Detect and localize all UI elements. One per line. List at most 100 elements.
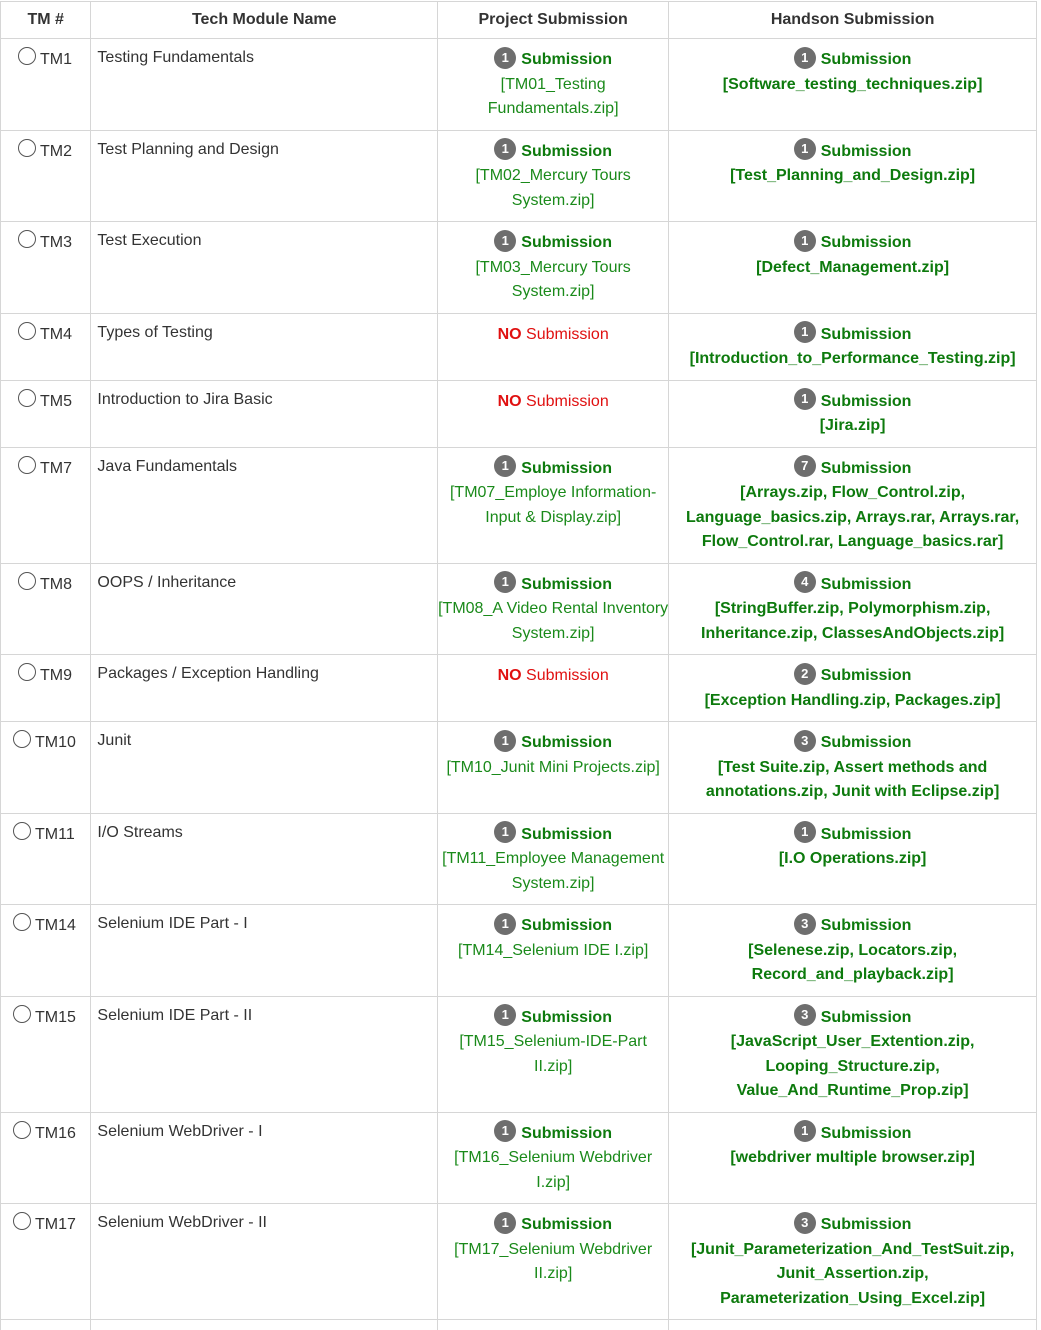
table-row: TM7Java Fundamentals1Submission[TM07_Emp… — [1, 447, 1037, 563]
submission-label: Submission — [821, 734, 912, 751]
tm-radio-button[interactable] — [18, 47, 36, 65]
tm-radio-button[interactable] — [13, 822, 31, 840]
handson-submission-cell: 2Submission[Exception Handling.zip, Pack… — [669, 655, 1037, 722]
table-row: TM9Packages / Exception HandlingNO Submi… — [1, 655, 1037, 722]
module-name: Junit — [91, 722, 438, 814]
handson-file-link[interactable]: [Selenese.zip, Locators.zip, Record_and_… — [748, 942, 957, 984]
tm-cell: TM14 — [1, 905, 91, 997]
submission-count-badge: 1 — [494, 1120, 516, 1142]
submission-count-badge: 3 — [794, 913, 816, 935]
submission-count-badge: 1 — [494, 230, 516, 252]
project-file-link[interactable]: [TM17_Selenium Webdriver II.zip] — [454, 1241, 652, 1283]
project-file-link[interactable]: [TM11_Employee Management System.zip] — [442, 850, 664, 892]
no-label: NO — [498, 326, 522, 343]
handson-file-link[interactable]: [Defect_Management.zip] — [756, 259, 949, 276]
submission-label: Submission — [821, 326, 912, 343]
handson-submission-cell: 3Submission[Test Suite.zip, Assert metho… — [669, 722, 1037, 814]
submission-label: Submission — [521, 576, 612, 593]
table-row: TM8OOPS / Inheritance1Submission[TM08_A … — [1, 563, 1037, 655]
tm-radio-button[interactable] — [18, 139, 36, 157]
header-tm: TM # — [1, 2, 91, 39]
tm-radio-button[interactable] — [18, 322, 36, 340]
handson-file-link[interactable]: [Introduction_to_Performance_Testing.zip… — [690, 350, 1016, 367]
tm-radio-button[interactable] — [18, 663, 36, 681]
tm-radio-button[interactable] — [13, 1212, 31, 1230]
project-file-link[interactable]: [TM10_Junit Mini Projects.zip] — [446, 759, 659, 776]
tm-cell: TM9 — [1, 655, 91, 722]
submission-count-badge: 1 — [494, 138, 516, 160]
project-file-link[interactable]: [TM08_A Video Rental Inventory System.zi… — [438, 600, 668, 642]
handson-file-link[interactable]: [Test_Planning_and_Design.zip] — [730, 167, 975, 184]
tm-number: TM2 — [40, 143, 72, 161]
empty-cell — [91, 1320, 438, 1330]
submission-count-badge: 1 — [494, 1004, 516, 1026]
handson-file-link[interactable]: [webdriver multiple browser.zip] — [730, 1149, 975, 1166]
submission-label: Submission — [521, 734, 612, 751]
header-module-name: Tech Module Name — [91, 2, 438, 39]
submission-count-badge: 1 — [494, 47, 516, 69]
submission-label: Submission — [521, 234, 612, 251]
project-file-link[interactable]: [TM02_Mercury Tours System.zip] — [475, 167, 630, 209]
tm-number: TM16 — [35, 1125, 76, 1143]
module-name: Selenium WebDriver - I — [91, 1112, 438, 1204]
submission-count-badge: 1 — [794, 138, 816, 160]
handson-file-link[interactable]: [StringBuffer.zip, Polymorphism.zip, Inh… — [701, 600, 1004, 642]
submission-count-badge: 1 — [494, 571, 516, 593]
table-row: TM10Junit1Submission[TM10_Junit Mini Pro… — [1, 722, 1037, 814]
module-name: Java Fundamentals — [91, 447, 438, 563]
handson-submission-cell: 1 Submission [I.O Operations.zip] — [669, 813, 1037, 905]
submission-label: Submission — [821, 1009, 912, 1026]
handson-file-link[interactable]: [Junit_Parameterization_And_TestSuit.zip… — [691, 1241, 1014, 1307]
submission-label: Submission — [821, 460, 912, 477]
submission-label: Submission — [821, 234, 912, 251]
tm-radio-button[interactable] — [13, 1005, 31, 1023]
submission-label: Submission — [521, 460, 612, 477]
tm-radio-button[interactable] — [18, 230, 36, 248]
submission-count-badge: 1 — [494, 913, 516, 935]
empty-cell — [1, 1320, 91, 1330]
submission-label: Submission — [821, 826, 912, 843]
submission-label: Submission — [821, 1125, 912, 1142]
handson-file-link[interactable]: [JavaScript_User_Extention.zip, Looping_… — [731, 1033, 975, 1099]
no-submission-label: Submission — [526, 326, 609, 343]
handson-submission-cell: 3Submission[Selenese.zip, Locators.zip, … — [669, 905, 1037, 997]
tm-cell: TM1 — [1, 39, 91, 131]
tm-number: TM4 — [40, 326, 72, 344]
submission-count-badge: 1 — [794, 821, 816, 843]
no-submission-label: Submission — [526, 667, 609, 684]
tm-radio-button[interactable] — [18, 572, 36, 590]
tm-cell: TM10 — [1, 722, 91, 814]
handson-submission-cell: 1Submission[Test_Planning_and_Design.zip… — [669, 130, 1037, 222]
submission-count-badge: 2 — [794, 663, 816, 685]
tm-radio-button[interactable] — [13, 730, 31, 748]
project-file-link[interactable]: [TM14_Selenium IDE I.zip] — [458, 942, 648, 959]
project-submission-cell: 1Submission[TM11_Employee Management Sys… — [438, 813, 669, 905]
handson-file-link[interactable]: [Test Suite.zip, Assert methods and anno… — [706, 759, 999, 801]
submission-count-badge: 3 — [794, 1004, 816, 1026]
tm-radio-button[interactable] — [18, 456, 36, 474]
table-header-row: TM # Tech Module Name Project Submission… — [1, 2, 1037, 39]
handson-file-link[interactable]: [Jira.zip] — [820, 417, 886, 434]
project-file-link[interactable]: [TM15_Selenium-IDE-Part II.zip] — [459, 1033, 647, 1075]
tm-radio-button[interactable] — [13, 1121, 31, 1139]
tm-number: TM7 — [40, 460, 72, 478]
module-name: Packages / Exception Handling — [91, 655, 438, 722]
empty-cell — [438, 1320, 669, 1330]
submission-label: Submission — [521, 1009, 612, 1026]
project-file-link[interactable]: [TM07_Employe Information-Input & Displa… — [450, 484, 656, 526]
handson-file-link[interactable]: [Software_testing_techniques.zip] — [723, 76, 983, 93]
handson-submission-cell: 1Submission[Introduction_to_Performance_… — [669, 313, 1037, 380]
submission-count-badge: 1 — [494, 821, 516, 843]
project-file-link[interactable]: [TM03_Mercury Tours System.zip] — [475, 259, 630, 301]
project-submission-cell: 1Submission[TM14_Selenium IDE I.zip] — [438, 905, 669, 997]
handson-file-link[interactable]: [Arrays.zip, Flow_Control.zip, Language_… — [686, 484, 1019, 550]
tm-radio-button[interactable] — [13, 913, 31, 931]
module-name: Test Planning and Design — [91, 130, 438, 222]
tm-cell: TM8 — [1, 563, 91, 655]
module-name: Test Execution — [91, 222, 438, 314]
project-file-link[interactable]: [TM16_Selenium Webdriver I.zip] — [454, 1149, 652, 1191]
project-file-link[interactable]: [TM01_Testing Fundamentals.zip] — [488, 76, 619, 118]
tm-radio-button[interactable] — [18, 389, 36, 407]
handson-file-link[interactable]: [I.O Operations.zip] — [779, 850, 927, 867]
handson-file-link[interactable]: [Exception Handling.zip, Packages.zip] — [705, 692, 1001, 709]
